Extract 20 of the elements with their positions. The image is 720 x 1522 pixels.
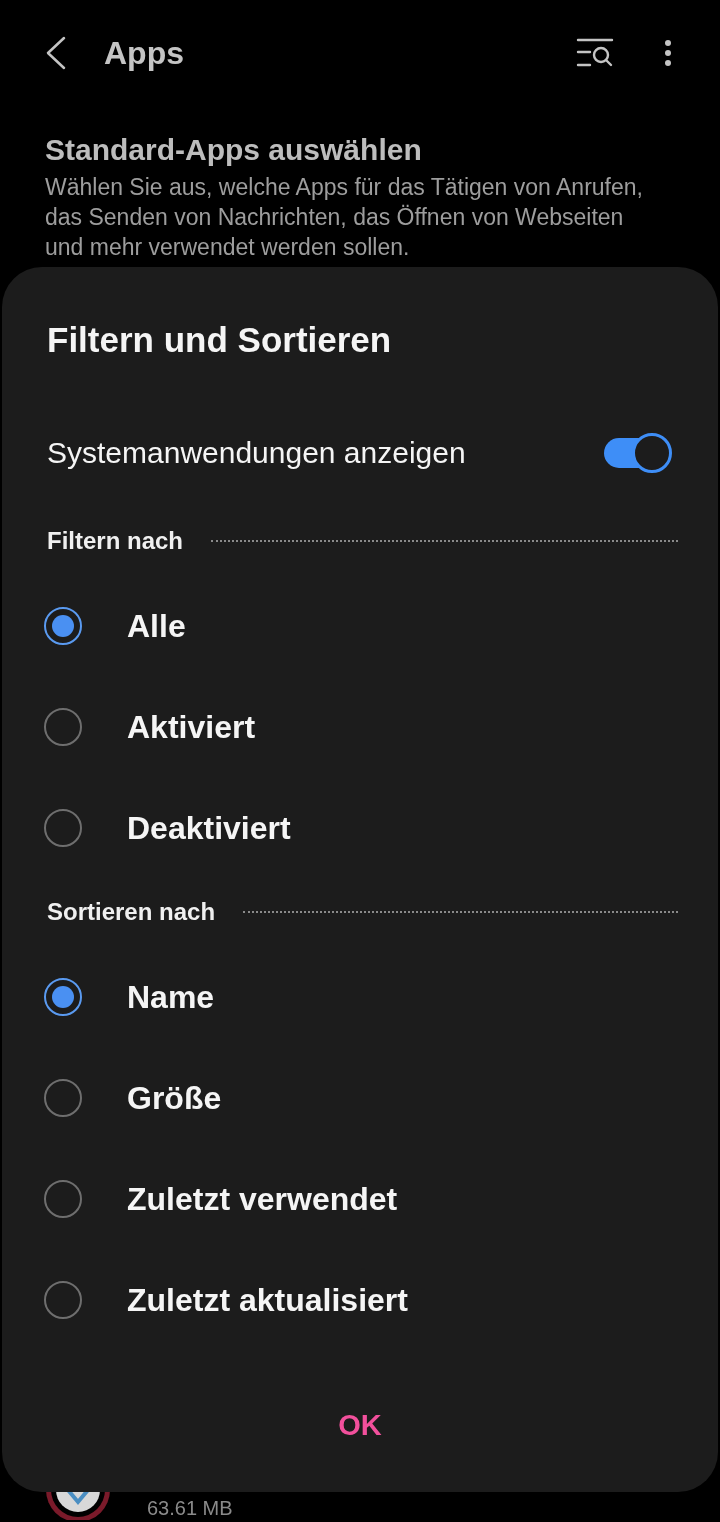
radio-option[interactable]: Deaktiviert (44, 807, 291, 848)
section-description: Wählen Sie aus, welche Apps für das Tätigen von Anrufen, das Senden von Nachrichten, das Öffnen von Webseiten und mehr verwendet werden sollen. (45, 173, 644, 262)
more-options-icon[interactable] (664, 38, 672, 67)
radio-option[interactable]: Aktiviert (44, 706, 256, 747)
search-list-icon[interactable] (576, 36, 614, 69)
group-heading: Sortieren nach (47, 897, 216, 927)
page-title: Apps (104, 33, 184, 73)
toggle-switch[interactable] (604, 433, 672, 473)
app-size: 63.61 MB (147, 1496, 233, 1520)
radio-option[interactable]: Größe (44, 1077, 222, 1118)
radio-option[interactable]: Zuletzt verwendet (44, 1178, 398, 1219)
sheet-title: Filtern und Sortieren (47, 319, 392, 361)
radio-option[interactable]: Alle (44, 605, 186, 646)
radio-option[interactable]: Name (44, 976, 215, 1017)
toggle-label: Systemanwendungen anzeigen (47, 435, 466, 471)
section-heading: Standard-Apps auswählen (45, 132, 422, 168)
ok-button[interactable]: OK (328, 1405, 392, 1445)
back-icon[interactable] (44, 35, 68, 70)
radio-option[interactable]: Zuletzt aktualisiert (44, 1279, 408, 1320)
group-heading: Filtern nach (47, 526, 184, 556)
